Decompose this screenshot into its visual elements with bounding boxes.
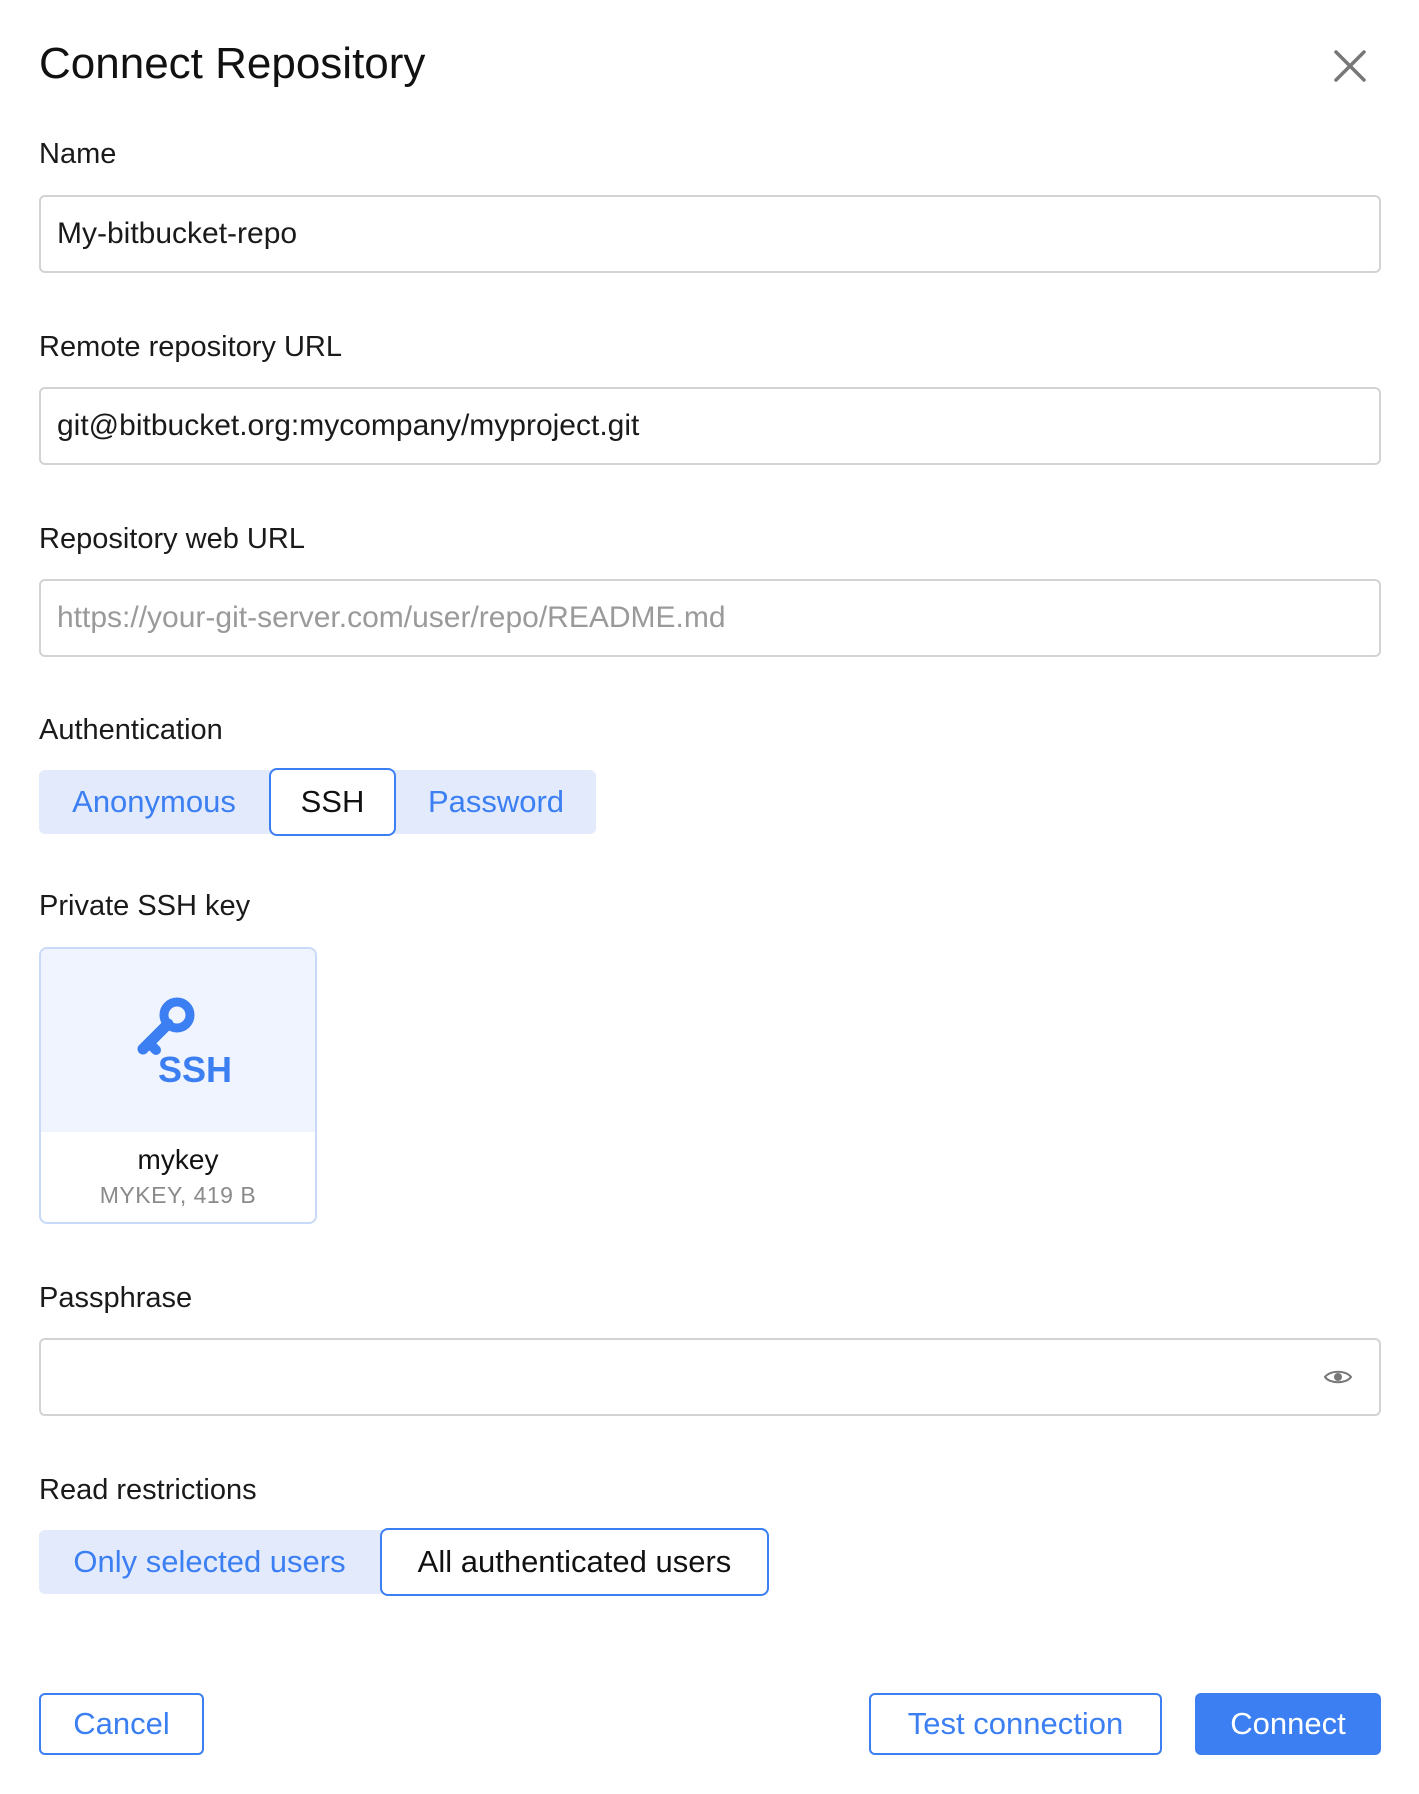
read-restrictions-segmented-control: Only selected users All authenticated us… bbox=[39, 1528, 769, 1596]
ssh-icon-text: SSH bbox=[158, 1049, 233, 1090]
authentication-label: Authentication bbox=[39, 714, 223, 746]
auth-option-password[interactable]: Password bbox=[396, 770, 596, 834]
remote-url-input[interactable]: git@bitbucket.org:mycompany/myproject.gi… bbox=[39, 387, 1381, 465]
ssh-key-label: Private SSH key bbox=[39, 890, 251, 922]
close-button[interactable] bbox=[1328, 44, 1372, 88]
cancel-button[interactable]: Cancel bbox=[39, 1693, 204, 1755]
remote-url-value: git@bitbucket.org:mycompany/myproject.gi… bbox=[57, 409, 640, 442]
read-restrictions-label: Read restrictions bbox=[39, 1474, 257, 1506]
passphrase-label: Passphrase bbox=[39, 1282, 193, 1314]
authentication-segmented-control: Anonymous SSH Password bbox=[39, 768, 596, 836]
remote-url-label: Remote repository URL bbox=[39, 331, 342, 363]
name-label: Name bbox=[39, 138, 117, 170]
auth-option-ssh[interactable]: SSH bbox=[269, 768, 396, 836]
web-url-input[interactable]: https://your-git-server.com/user/repo/RE… bbox=[39, 579, 1381, 657]
web-url-label: Repository web URL bbox=[39, 523, 305, 555]
read-option-selected-users[interactable]: Only selected users bbox=[39, 1530, 380, 1594]
dialog-title: Connect Repository bbox=[39, 39, 426, 88]
web-url-placeholder: https://your-git-server.com/user/repo/RE… bbox=[57, 601, 726, 634]
eye-icon[interactable] bbox=[1323, 1367, 1353, 1387]
test-connection-button[interactable]: Test connection bbox=[869, 1693, 1162, 1755]
name-value: My-bitbucket-repo bbox=[57, 217, 298, 250]
passphrase-input[interactable] bbox=[39, 1338, 1381, 1416]
connect-button[interactable]: Connect bbox=[1195, 1693, 1381, 1755]
read-option-all-authenticated[interactable]: All authenticated users bbox=[380, 1528, 769, 1596]
name-input[interactable]: My-bitbucket-repo bbox=[39, 195, 1381, 273]
auth-option-anonymous[interactable]: Anonymous bbox=[39, 770, 269, 834]
ssh-key-file-card[interactable]: SSH mykey MYKEY, 419 B bbox=[39, 947, 317, 1224]
ssh-key-file-meta: MYKEY, 419 B bbox=[99, 1182, 257, 1208]
ssh-key-file-name: mykey bbox=[137, 1144, 219, 1175]
close-icon bbox=[1334, 50, 1366, 82]
